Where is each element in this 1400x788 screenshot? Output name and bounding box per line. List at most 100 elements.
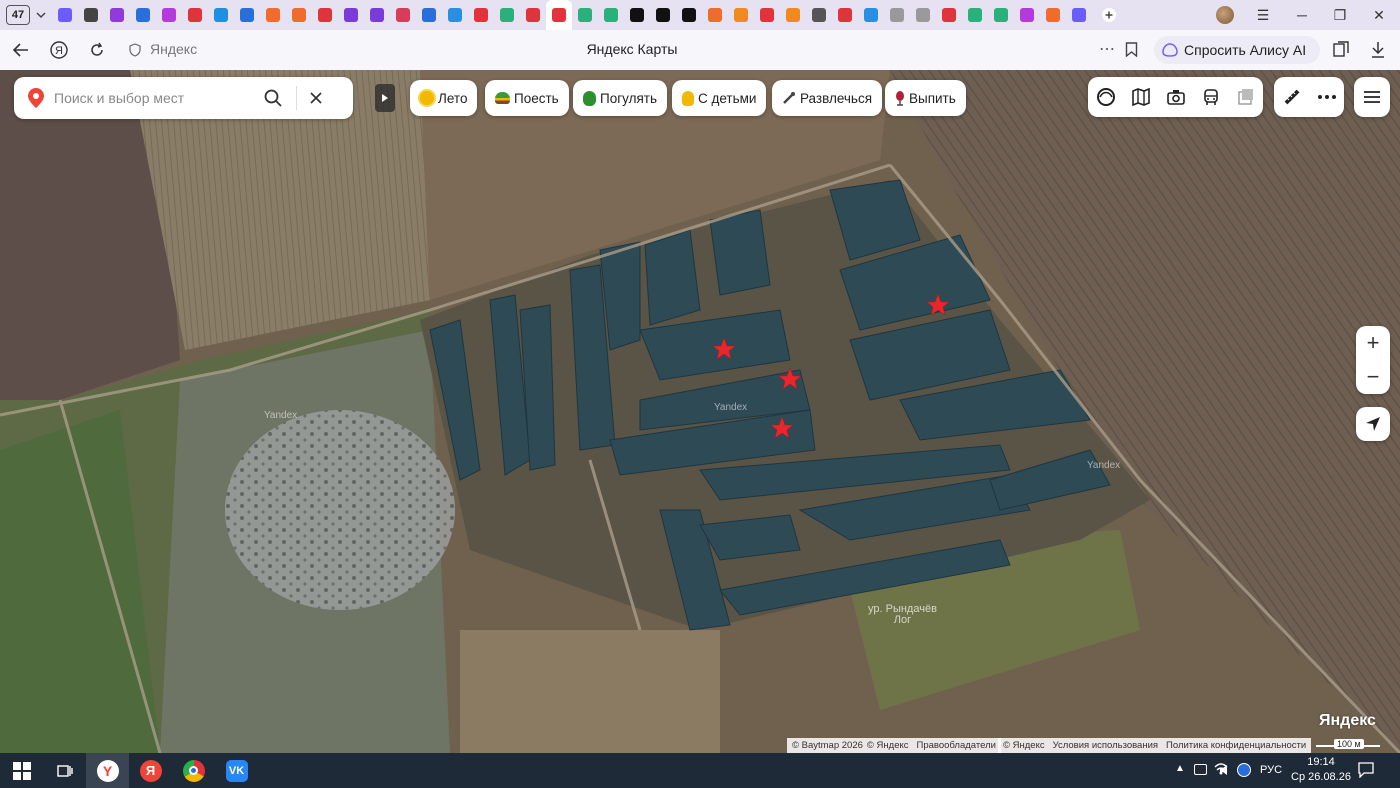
- zoom-out-button[interactable]: −: [1356, 360, 1390, 394]
- profile-avatar[interactable]: [1216, 6, 1234, 24]
- browser-tab[interactable]: [806, 0, 832, 30]
- browser-tab[interactable]: [468, 0, 494, 30]
- browser-tab[interactable]: [78, 0, 104, 30]
- place-label[interactable]: ур. Рындачёв Лог: [868, 604, 937, 626]
- map-layers-icon[interactable]: [1123, 77, 1158, 117]
- browser-tab[interactable]: [676, 0, 702, 30]
- browser-tab[interactable]: [598, 0, 624, 30]
- browser-tab[interactable]: [988, 0, 1014, 30]
- restore-icon[interactable]: ❐: [1321, 0, 1359, 30]
- browser-menu-icon[interactable]: ☰: [1244, 0, 1282, 30]
- plus-tab-icon: [656, 8, 670, 22]
- transport-icon[interactable]: [1193, 77, 1228, 117]
- tab-counter[interactable]: 47: [6, 5, 30, 25]
- chip-summer[interactable]: Лето: [410, 80, 478, 116]
- rightholders-link[interactable]: Правообладатели: [917, 740, 996, 751]
- chip-drink[interactable]: Выпить: [885, 80, 966, 116]
- browser-tab[interactable]: [208, 0, 234, 30]
- yandex-browser-taskbar-icon[interactable]: Y: [86, 753, 129, 788]
- tray-volume-icon[interactable]: [1219, 763, 1233, 780]
- ruler-icon[interactable]: [1274, 77, 1309, 117]
- browser-tab[interactable]: [650, 0, 676, 30]
- task-view-icon[interactable]: [43, 753, 86, 788]
- vk-taskbar-icon[interactable]: VK: [215, 753, 258, 788]
- panorama-icon[interactable]: [1158, 77, 1193, 117]
- extensions-icon[interactable]: [1333, 41, 1349, 60]
- browser-tab[interactable]: [338, 0, 364, 30]
- browser-tab[interactable]: [884, 0, 910, 30]
- browser-tab[interactable]: [702, 0, 728, 30]
- search-icon[interactable]: [264, 89, 282, 107]
- chip-walk[interactable]: Погулять: [573, 80, 667, 116]
- chip-eat[interactable]: Поесть: [485, 80, 569, 116]
- browser-tab[interactable]: [182, 0, 208, 30]
- browser-tab[interactable]: [1066, 0, 1092, 30]
- tray-network-icon[interactable]: [1194, 764, 1207, 775]
- browser-tab[interactable]: [130, 0, 156, 30]
- browser-tab[interactable]: [858, 0, 884, 30]
- main-menu-button[interactable]: [1354, 77, 1390, 117]
- browser-tab[interactable]: [546, 0, 572, 30]
- browser-tab[interactable]: [416, 0, 442, 30]
- more-options-icon[interactable]: [1309, 77, 1344, 117]
- browser-tab[interactable]: [1014, 0, 1040, 30]
- browser-tab[interactable]: [624, 0, 650, 30]
- browser-tab[interactable]: [780, 0, 806, 30]
- chip-entertain[interactable]: Развлечься: [772, 80, 883, 116]
- browser-tab[interactable]: [260, 0, 286, 30]
- mushroom-tab-icon: [760, 8, 774, 22]
- search-input[interactable]: [54, 90, 264, 106]
- yandex-taskbar-icon[interactable]: Я: [129, 753, 172, 788]
- windows-start-icon[interactable]: [0, 753, 43, 788]
- language-indicator[interactable]: РУС: [1260, 764, 1282, 776]
- browser-tab[interactable]: [520, 0, 546, 30]
- terms-link[interactable]: Условия использования: [1053, 740, 1158, 751]
- u-tab-icon: [240, 8, 254, 22]
- minimize-icon[interactable]: ─: [1283, 0, 1321, 30]
- browser-tab[interactable]: [52, 0, 78, 30]
- new-tab-icon[interactable]: [1096, 0, 1122, 30]
- browser-tab[interactable]: [832, 0, 858, 30]
- browser-tab[interactable]: [728, 0, 754, 30]
- satellite-map[interactable]: Yandex Yandex Yandex ур. Рындачёв Лог Ле…: [0, 70, 1400, 753]
- browser-tab[interactable]: [156, 0, 182, 30]
- browser-tab[interactable]: [312, 0, 338, 30]
- collapse-panel-button[interactable]: [375, 84, 395, 112]
- browser-tab[interactable]: [364, 0, 390, 30]
- locate-me-button[interactable]: [1356, 407, 1390, 441]
- browser-tab[interactable]: [910, 0, 936, 30]
- satellite-imagery[interactable]: [0, 70, 1400, 753]
- browser-tab[interactable]: [1040, 0, 1066, 30]
- ask-alisa-button[interactable]: Спросить Алису AI: [1154, 36, 1321, 64]
- browser-tab[interactable]: [104, 0, 130, 30]
- browser-tab[interactable]: [754, 0, 780, 30]
- map-pin-tab-icon: [526, 8, 540, 22]
- clock-time[interactable]: 19:14: [1291, 756, 1351, 768]
- clock-date[interactable]: Ср 26.08.26: [1286, 771, 1356, 783]
- chrome-taskbar-icon[interactable]: [172, 753, 215, 788]
- browser-tab[interactable]: [442, 0, 468, 30]
- zoom-in-button[interactable]: +: [1356, 326, 1390, 360]
- close-window-icon[interactable]: ✕: [1360, 0, 1398, 30]
- browser-tab[interactable]: [286, 0, 312, 30]
- yandex-lens-tab-icon: [58, 8, 72, 22]
- globe-icon[interactable]: [1088, 77, 1123, 117]
- chip-with-kids[interactable]: С детьми: [672, 80, 767, 116]
- more-dots-icon[interactable]: ⋯: [1099, 39, 1115, 59]
- download-icon[interactable]: [1371, 41, 1385, 61]
- browser-tab[interactable]: [390, 0, 416, 30]
- privacy-link[interactable]: Политика конфиденциальности: [1166, 740, 1306, 751]
- tray-chevron-icon[interactable]: ▲: [1175, 763, 1185, 774]
- browser-tab[interactable]: [962, 0, 988, 30]
- tray-app-icon[interactable]: [1237, 763, 1251, 777]
- browser-tab[interactable]: [572, 0, 598, 30]
- browser-tab[interactable]: [494, 0, 520, 30]
- browser-tab[interactable]: [234, 0, 260, 30]
- satellite-layer-icon[interactable]: [1228, 77, 1263, 117]
- tabs-dropdown-icon[interactable]: [30, 0, 52, 30]
- clear-search-icon[interactable]: [309, 91, 323, 105]
- notifications-icon[interactable]: [1358, 762, 1374, 781]
- browser-tab[interactable]: [936, 0, 962, 30]
- map-search-box: [14, 77, 353, 119]
- bookmark-icon[interactable]: [1125, 42, 1138, 60]
